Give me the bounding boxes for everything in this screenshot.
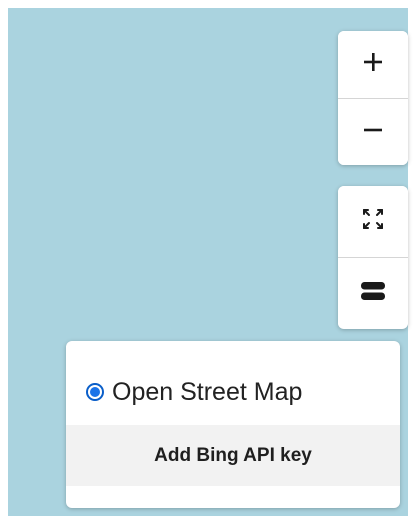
zoom-out-button[interactable] [338,98,408,165]
radio-button[interactable] [86,383,104,401]
expand-arrows-icon [362,208,384,234]
layers-button[interactable] [338,257,408,328]
zoom-in-button[interactable] [338,31,408,97]
radio-selected-dot [90,387,100,397]
minus-icon [363,120,383,144]
layers-icon [360,280,386,306]
add-bing-api-key-button[interactable]: Add Bing API key [66,425,400,486]
plus-icon [363,52,383,76]
zoom-control-group [338,31,408,165]
view-control-group [338,186,408,329]
fullscreen-button[interactable] [338,186,408,256]
layer-switcher-panel: Open Street Map Add Bing API key [66,341,400,508]
layer-option-open-street-map[interactable]: Open Street Map [86,375,302,409]
layer-option-label: Open Street Map [112,377,303,406]
